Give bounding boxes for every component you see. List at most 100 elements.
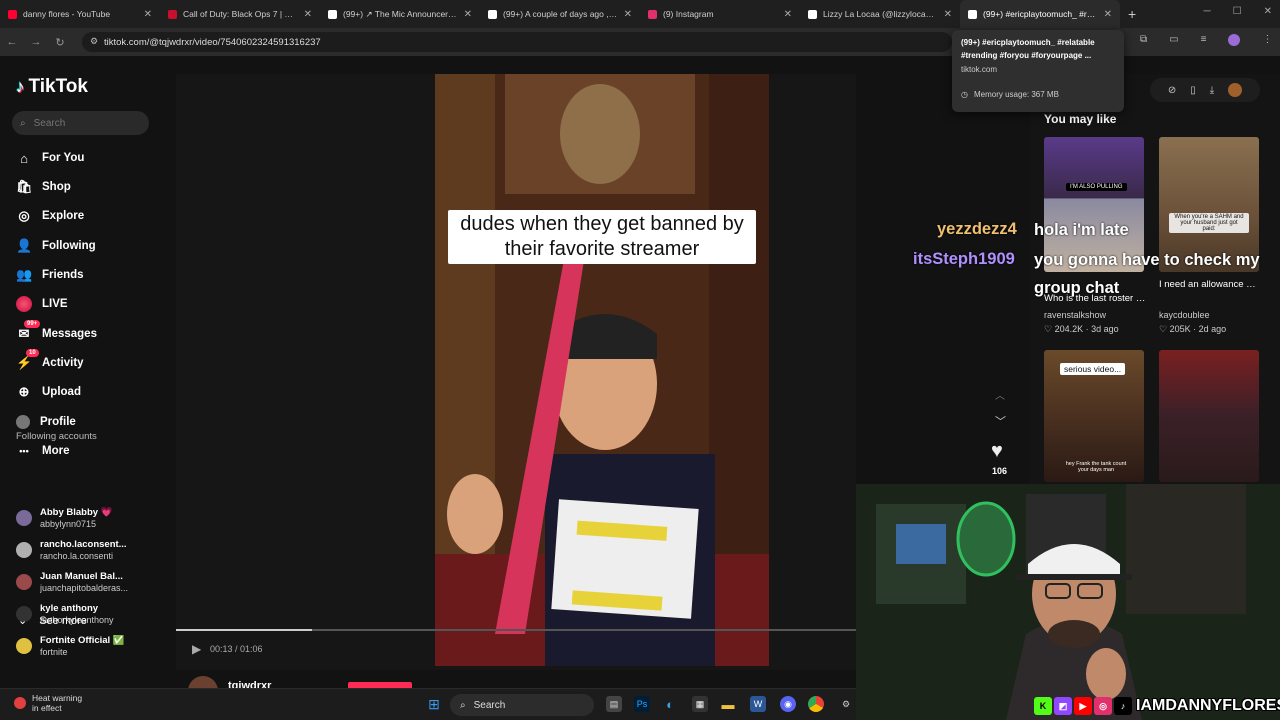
- chevron-up-icon[interactable]: ︿: [995, 387, 1005, 402]
- task-view-icon[interactable]: ▤: [606, 696, 622, 712]
- rec-likes: 204.2K: [1054, 324, 1084, 334]
- following-account[interactable]: Fortnite Official ✅ fortnite: [16, 634, 166, 658]
- close-tab-icon[interactable]: ✕: [624, 9, 632, 20]
- account-handle: fortnite: [40, 646, 68, 657]
- nav-more[interactable]: ••• More: [16, 441, 69, 461]
- weather-line-2: in effect: [32, 703, 62, 713]
- logo-text: TikTok: [28, 76, 88, 97]
- forward-icon[interactable]: →: [24, 36, 48, 48]
- close-tab-icon[interactable]: ✕: [464, 9, 472, 20]
- browser-tab[interactable]: (9) Instagram ✕: [640, 0, 800, 28]
- new-tab-button[interactable]: +: [1128, 6, 1136, 22]
- recommendation-author[interactable]: kaycdoublee: [1159, 310, 1210, 320]
- file-explorer-icon[interactable]: ▬: [720, 696, 736, 712]
- chat-username: yezzdezz4: [937, 220, 1017, 238]
- browser-tab[interactable]: danny flores - YouTube ✕: [0, 0, 160, 28]
- browser-tab[interactable]: (99+) ↗ The Mic Announcer (@ ✕: [320, 0, 480, 28]
- browser-tab-strip: danny flores - YouTube ✕ Call of Duty: B…: [0, 0, 1280, 28]
- url-text: tiktok.com/@tqjwdrxr/video/7540602324591…: [104, 36, 321, 48]
- chat-message: hola i'm late: [1034, 221, 1129, 239]
- profile-avatar[interactable]: [1228, 34, 1241, 46]
- nav-friends[interactable]: 👥 Friends: [16, 265, 84, 285]
- weather-widget[interactable]: Heat warning in effect: [14, 693, 82, 713]
- recommendation-thumbnail[interactable]: serious video... hey Frank the tank coun…: [1044, 350, 1144, 482]
- tiktok-icon: [488, 9, 497, 19]
- chrome-icon[interactable]: [808, 696, 824, 712]
- nav-label: Profile: [40, 416, 76, 428]
- sidebar-icon[interactable]: ▭: [1169, 34, 1178, 46]
- see-more-button[interactable]: ⌄ See more: [18, 614, 87, 628]
- recommendation-author[interactable]: ravenstalkshow: [1044, 310, 1106, 320]
- settings-icon[interactable]: ⚙: [838, 696, 854, 712]
- minimize-icon[interactable]: ─: [1204, 6, 1211, 17]
- nav-messages[interactable]: ✉ 99+ Messages: [16, 320, 97, 344]
- browser-tab[interactable]: Call of Duty: Black Ops 7 | Gam ✕: [160, 0, 320, 28]
- close-tab-icon[interactable]: ✕: [784, 9, 792, 20]
- reload-icon[interactable]: ↻: [48, 36, 72, 49]
- nav-label: More: [42, 445, 70, 457]
- search-box[interactable]: ⌕: [12, 111, 149, 135]
- photoshop-icon[interactable]: Ps: [634, 696, 650, 712]
- word-icon[interactable]: W: [750, 696, 766, 712]
- browser-tab[interactable]: Lizzy La Locaa (@lizzylocaa) | ✕: [800, 0, 960, 28]
- maximize-icon[interactable]: ☐: [1233, 6, 1242, 17]
- tab-hover-card: (99+) #ericplaytoomuch_ #relatable #tren…: [952, 30, 1124, 112]
- media-icon[interactable]: ≡: [1201, 34, 1207, 46]
- tiktok-logo[interactable]: ♪ TikTok: [16, 76, 88, 98]
- nav-explore[interactable]: ◎ Explore: [16, 206, 84, 226]
- cod-icon: [168, 9, 177, 19]
- nav-upload[interactable]: ⊕ Upload: [16, 382, 81, 402]
- link-icon[interactable]: ⊘: [1168, 85, 1176, 96]
- close-tab-icon[interactable]: ✕: [944, 9, 952, 20]
- rec-likes: 205K: [1169, 324, 1191, 334]
- heart-icon[interactable]: ♥: [991, 440, 1003, 463]
- following-accounts-header: Following accounts: [16, 431, 97, 442]
- following-account[interactable]: Abby Blabby 💗 abbylynn0715: [16, 506, 166, 530]
- hover-card-title: (99+) #ericplaytoomuch_ #relatable #tren…: [961, 38, 1095, 60]
- tab-title: (99+) ↗ The Mic Announcer (@: [343, 8, 458, 19]
- store-icon[interactable]: ▦: [692, 696, 708, 712]
- you-may-like-title: You may like: [1044, 112, 1117, 126]
- nav-for-you[interactable]: ⌂ For You: [16, 148, 84, 168]
- extensions-icon[interactable]: ⧉: [1140, 34, 1147, 46]
- edge-icon[interactable]: ◐: [662, 696, 678, 712]
- menu-icon[interactable]: ⋮: [1262, 34, 1272, 46]
- recommendation-thumbnail[interactable]: [1159, 350, 1259, 482]
- chat-username: itsSteph1909: [913, 250, 1015, 268]
- chevron-down-icon[interactable]: ﹀: [995, 413, 1006, 429]
- discord-icon[interactable]: ◉: [780, 696, 796, 712]
- site-info-icon[interactable]: ⚙: [90, 36, 98, 47]
- profile-avatar-icon: [16, 415, 30, 429]
- nav-following[interactable]: 👤 Following: [16, 236, 96, 256]
- search-input[interactable]: [33, 117, 134, 129]
- download-icon[interactable]: ⤓: [1210, 85, 1214, 96]
- windows-start-icon[interactable]: ⊞: [426, 696, 442, 712]
- activity-icon: ⚡: [16, 355, 33, 370]
- nav-shop[interactable]: 🛍 Shop: [16, 177, 71, 197]
- video-frame[interactable]: [435, 74, 769, 666]
- following-account[interactable]: Juan Manuel Bal... juanchapitobalderas..…: [16, 570, 166, 594]
- taskbar-search[interactable]: ⌕ Search: [450, 694, 594, 716]
- nav-label: Friends: [42, 269, 84, 281]
- device-icon[interactable]: ▯: [1190, 85, 1196, 96]
- nav-profile[interactable]: Profile: [16, 412, 76, 432]
- tiktok-icon: ♪: [1114, 697, 1132, 715]
- play-icon[interactable]: ▶: [192, 642, 201, 656]
- back-icon[interactable]: ←: [0, 36, 24, 48]
- tab-title: (9) Instagram: [663, 9, 714, 19]
- close-window-icon[interactable]: ✕: [1264, 6, 1272, 17]
- close-tab-icon[interactable]: ✕: [144, 9, 152, 20]
- memory-icon: ◷: [961, 90, 968, 99]
- browser-tab[interactable]: (99+) A couple of days ago , my ✕: [480, 0, 640, 28]
- thumbnail-overlay-text: I'M ALSO PULLING: [1066, 183, 1127, 191]
- nav-live[interactable]: LIVE: [16, 294, 68, 314]
- close-tab-icon[interactable]: ✕: [1104, 9, 1112, 20]
- nav-activity[interactable]: ⚡ 10 Activity: [16, 349, 84, 373]
- creator-avatar[interactable]: [1228, 83, 1243, 97]
- following-account[interactable]: rancho.laconsent... rancho.la.consenti: [16, 538, 166, 562]
- tab-title: (99+) #ericplaytoomuch_ #relat: [983, 9, 1098, 19]
- browser-tab-active[interactable]: (99+) #ericplaytoomuch_ #relat ✕: [960, 0, 1120, 28]
- close-tab-icon[interactable]: ✕: [304, 9, 312, 20]
- url-bar[interactable]: ⚙ tiktok.com/@tqjwdrxr/video/75406023245…: [82, 32, 952, 52]
- account-name: Fortnite Official ✅: [40, 634, 125, 646]
